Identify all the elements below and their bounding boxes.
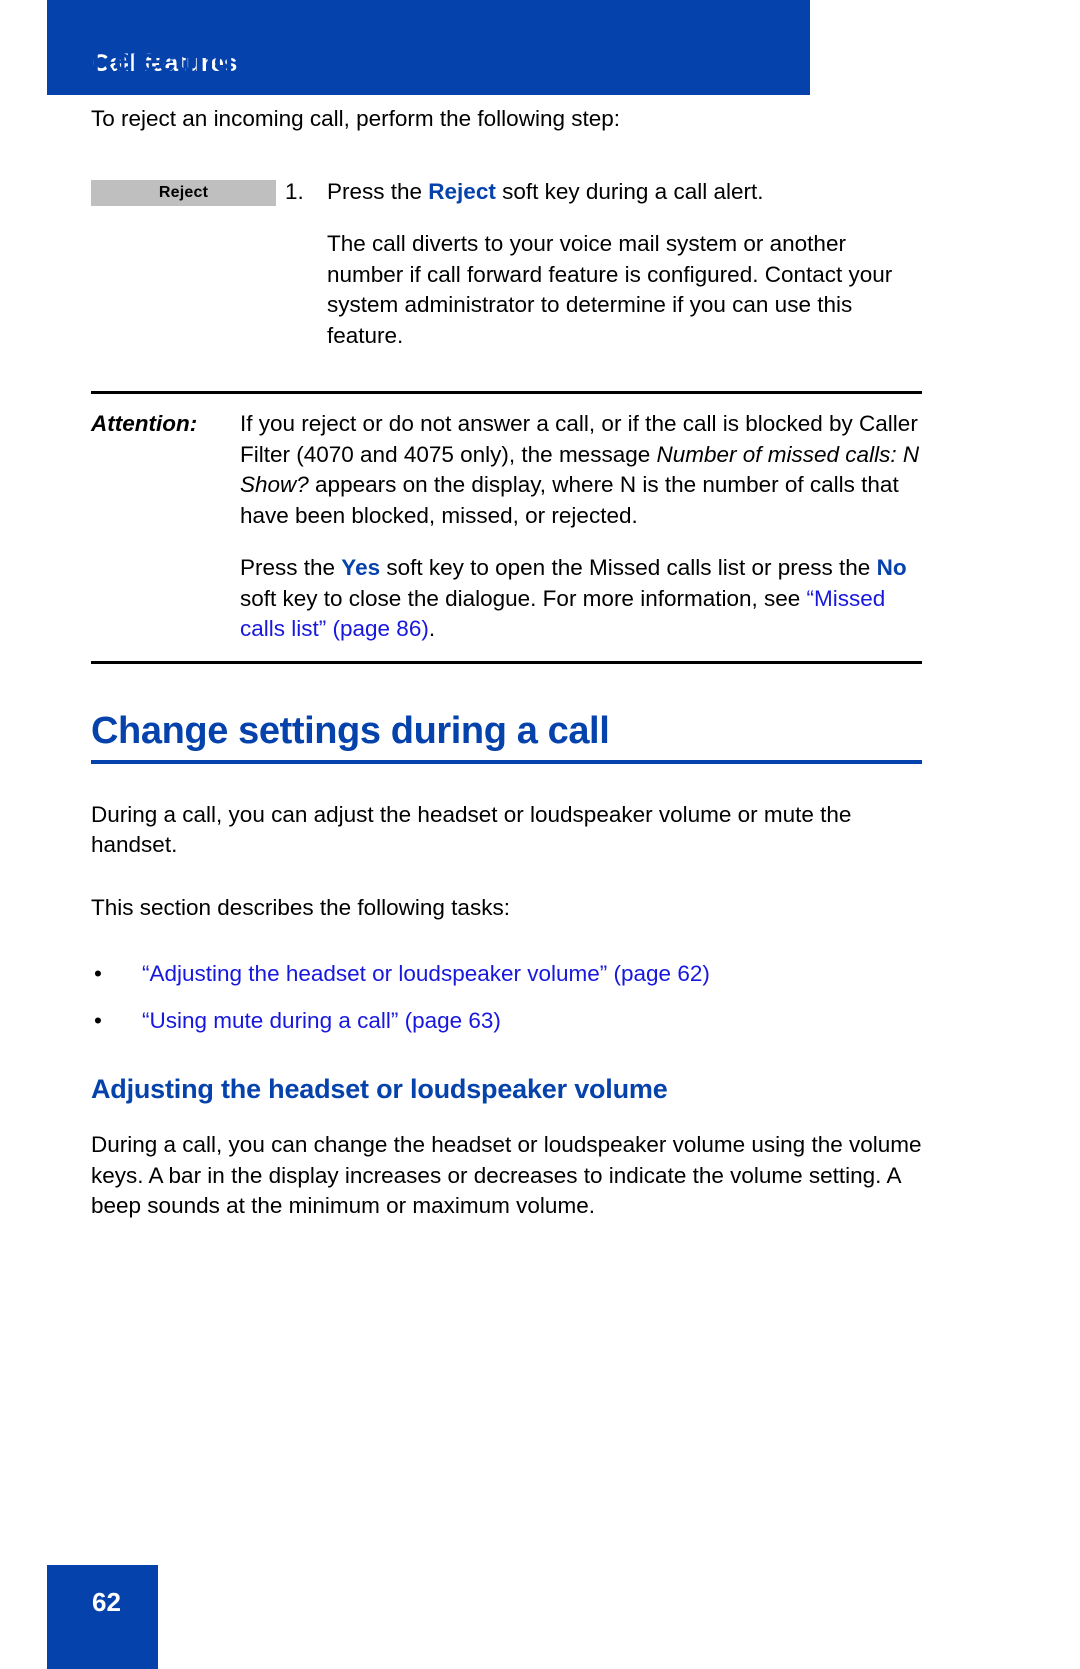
attention-row: Attention: If you reject or do not answe… — [91, 409, 922, 645]
step-text-after: soft key during a call alert. — [495, 178, 764, 204]
attention-keyword-yes: Yes — [341, 555, 381, 580]
chapter-heading-change-settings-during-a-call: Change settings during a call — [91, 710, 922, 764]
section-intro-paragraph: To reject an incoming call, perform the … — [91, 106, 621, 131]
section-heading-rejecting-a-call: Rejecting a call — [91, 42, 321, 78]
list-item[interactable]: • “Adjusting the headset or loudspeaker … — [91, 959, 922, 990]
footer-page-number-band: 62 — [47, 1565, 158, 1669]
attention-body: If you reject or do not answer a call, o… — [240, 409, 922, 645]
bullet-glyph-icon: • — [94, 961, 102, 986]
step-instruction: Press the Reject soft key during a call … — [327, 177, 922, 208]
cross-reference-link-adjusting-volume[interactable]: “Adjusting the headset or loudspeaker vo… — [142, 961, 710, 986]
bullet-glyph-icon: • — [94, 1007, 102, 1033]
attention-p2-part-b: soft key to open the Missed calls list o… — [380, 555, 877, 580]
step-keyword-reject: Reject — [428, 178, 496, 204]
task-cross-reference-list: • “Adjusting the headset or loudspeaker … — [91, 959, 922, 1036]
step-continuation: The call diverts to your voice mail syst… — [327, 231, 893, 348]
chapter-intro-paragraph: During a call, you can adjust the headse… — [91, 801, 852, 858]
attention-note: Attention: If you reject or do not answe… — [91, 391, 922, 664]
attention-paragraph-2: Press the Yes soft key to open the Misse… — [240, 553, 922, 645]
step-text-before: Press the — [327, 178, 429, 204]
step-number: 1. — [285, 178, 304, 204]
step-row: Reject 1. Press the Reject soft key duri… — [91, 177, 922, 352]
cross-reference-link-using-mute[interactable]: “Using mute during a call” (page 63) — [142, 1008, 501, 1033]
tasks-lead-paragraph: This section describes the following tas… — [91, 894, 510, 920]
subsection-heading-adjusting-volume: Adjusting the headset or loudspeaker vol… — [91, 1074, 668, 1104]
step-body: Press the Reject soft key during a call … — [327, 177, 922, 352]
attention-p1-part-b: appears on the display, where N is the n… — [240, 472, 899, 528]
page-content: Rejecting a call To reject an incoming c… — [91, 0, 922, 1222]
subsection-body-paragraph: During a call, you can change the headse… — [91, 1132, 922, 1218]
attention-label: Attention: — [91, 411, 198, 436]
attention-p2-part-d: . — [428, 616, 436, 641]
attention-keyword-no: No — [876, 555, 907, 580]
attention-p2-part-c: soft key to close the dialogue. For more… — [240, 585, 807, 611]
attention-p2-part-a: Press the — [240, 555, 342, 580]
list-item[interactable]: • “Using mute during a call” (page 63) — [91, 1006, 922, 1037]
softkey-reject-button[interactable]: Reject — [91, 179, 276, 206]
page-number: 62 — [92, 1587, 121, 1617]
attention-paragraph-1: If you reject or do not answer a call, o… — [240, 409, 922, 531]
softkey-graphic-cell: Reject — [91, 177, 285, 206]
